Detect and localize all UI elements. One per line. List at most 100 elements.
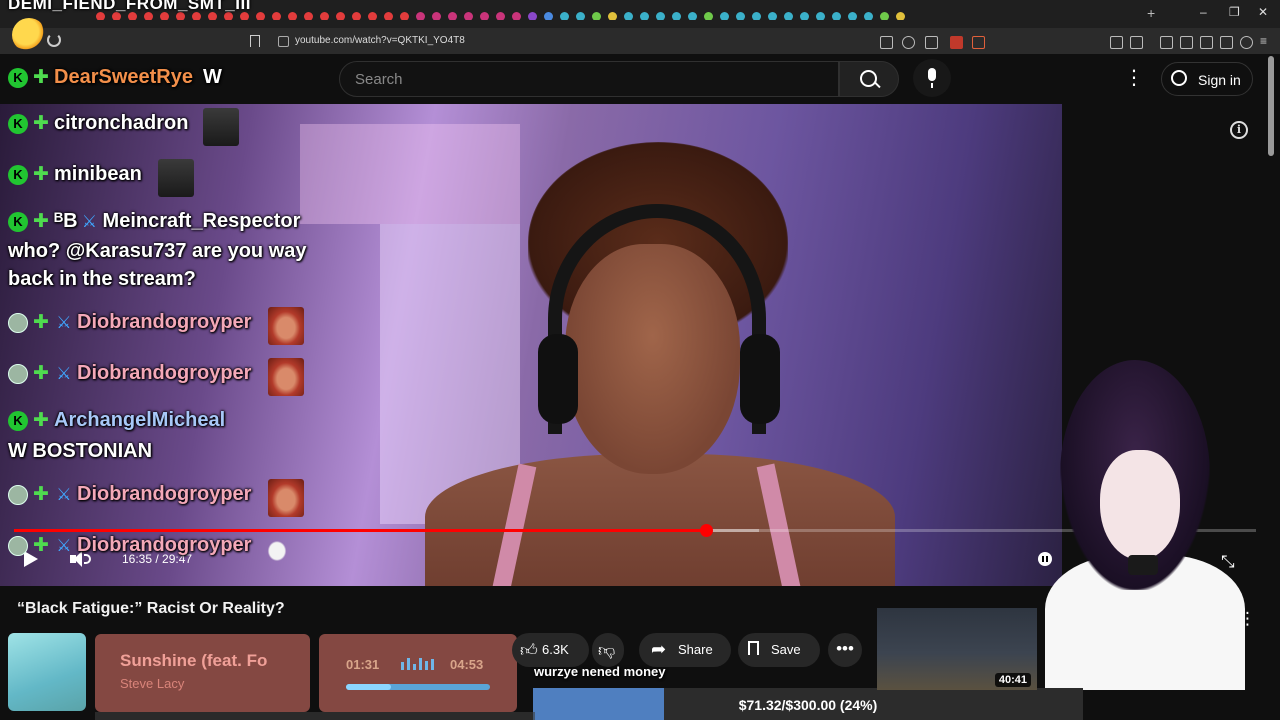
tab-favicon-icon[interactable] xyxy=(608,12,617,20)
like-button[interactable]: 👍︎ 6.3K xyxy=(512,633,589,667)
tab-favicon-icon[interactable] xyxy=(560,12,569,20)
chat-username[interactable]: Diobrandogroyper xyxy=(77,311,251,333)
info-icon[interactable]: i xyxy=(1230,121,1248,139)
search-placeholder: Search xyxy=(355,71,403,88)
tab-favicon-icon[interactable] xyxy=(672,12,681,20)
tab-favicon-icon[interactable] xyxy=(384,12,393,20)
tab-favicon-icon[interactable] xyxy=(288,12,297,20)
settings-more-button[interactable]: ⋮ xyxy=(1124,68,1144,90)
recommended-more-icon[interactable]: ⋮ xyxy=(1239,609,1256,629)
zoom-icon[interactable] xyxy=(902,36,915,49)
tab-favicon-icon[interactable] xyxy=(496,12,505,20)
tab-favicon-icon[interactable] xyxy=(336,12,345,20)
maximize-button[interactable]: ❐ xyxy=(1229,5,1240,19)
chat-text: W BOSTONIAN xyxy=(8,440,153,462)
new-tab-button[interactable]: + xyxy=(1147,5,1155,21)
stream-overlay-title: DEMI_FIEND_FROM_SMT_III xyxy=(8,0,251,13)
wallet-icon[interactable] xyxy=(1200,36,1213,49)
reload-icon[interactable] xyxy=(47,33,61,47)
tab-favicon-icon[interactable] xyxy=(832,12,841,20)
tab-favicon-icon[interactable] xyxy=(480,12,489,20)
chat-emote xyxy=(203,108,239,146)
tab-favicon-icon[interactable] xyxy=(896,12,905,20)
tab-favicon-icon[interactable] xyxy=(400,12,409,20)
bookmark-icon[interactable] xyxy=(250,35,260,47)
extensions-icon[interactable] xyxy=(1110,36,1123,49)
donation-message: wurzye nened money xyxy=(534,664,666,679)
tab-favicon-icon[interactable] xyxy=(592,12,601,20)
tab-favicon-icon[interactable] xyxy=(864,12,873,20)
sidebar-icon[interactable] xyxy=(1180,36,1193,49)
video-title: “Black Fatigue:” Racist Or Reality? xyxy=(17,600,285,617)
tab-favicons[interactable] xyxy=(96,8,1136,20)
chat-username[interactable]: minibean xyxy=(54,163,142,185)
tab-favicon-icon[interactable] xyxy=(752,12,761,20)
tab-favicon-icon[interactable] xyxy=(736,12,745,20)
tab-favicon-icon[interactable] xyxy=(320,12,329,20)
tab-favicon-icon[interactable] xyxy=(704,12,713,20)
media-icon[interactable] xyxy=(1160,36,1173,49)
more-actions-button[interactable]: ••• xyxy=(828,633,862,667)
dislike-button[interactable]: 👎︎ xyxy=(592,633,624,667)
share-button[interactable]: ➦ Share xyxy=(639,633,731,667)
share-page-icon[interactable] xyxy=(925,36,938,49)
tab-favicon-icon[interactable] xyxy=(544,12,553,20)
chat-username[interactable]: Diobrandogroyper xyxy=(77,534,251,556)
site-info-icon[interactable] xyxy=(278,36,289,47)
minimize-button[interactable]: – xyxy=(1200,5,1207,19)
screenshot-icon[interactable] xyxy=(1130,36,1143,49)
search-button[interactable] xyxy=(839,61,899,97)
rewards-icon[interactable] xyxy=(972,36,985,49)
vpn-icon[interactable] xyxy=(1240,36,1253,49)
chat-username[interactable]: Diobrandogroyper xyxy=(77,483,251,505)
brave-shield-icon[interactable] xyxy=(950,36,963,49)
progress-scrubber[interactable] xyxy=(699,524,713,537)
tab-favicon-icon[interactable] xyxy=(352,12,361,20)
chat-username[interactable]: citronchadron xyxy=(54,112,188,134)
ai-icon[interactable] xyxy=(1220,36,1233,49)
tab-favicon-icon[interactable] xyxy=(688,12,697,20)
kick-badge-icon: K xyxy=(8,67,28,88)
voice-search-button[interactable] xyxy=(913,59,951,97)
tab-favicon-icon[interactable] xyxy=(512,12,521,20)
tab-favicon-icon[interactable] xyxy=(784,12,793,20)
url-field[interactable]: youtube.com/watch?v=QKTKI_YO4T8 xyxy=(295,35,465,46)
like-count: 6.3K xyxy=(542,642,569,657)
tab-favicon-icon[interactable] xyxy=(880,12,889,20)
tab-favicon-icon[interactable] xyxy=(720,12,729,20)
chat-text: W xyxy=(202,66,222,88)
tab-favicon-icon[interactable] xyxy=(640,12,649,20)
tab-favicon-icon[interactable] xyxy=(816,12,825,20)
chat-username[interactable]: Meincraft_Respector xyxy=(103,210,301,232)
tab-favicon-icon[interactable] xyxy=(800,12,809,20)
sign-in-button[interactable]: Sign in xyxy=(1161,62,1253,96)
emote-hand-icon xyxy=(265,538,289,564)
tab-favicon-icon[interactable] xyxy=(464,12,473,20)
page-scrollbar[interactable] xyxy=(1268,56,1274,156)
tab-favicon-icon[interactable] xyxy=(848,12,857,20)
cast-icon[interactable] xyxy=(880,36,893,49)
tab-favicon-icon[interactable] xyxy=(768,12,777,20)
kick-badge-icon: K xyxy=(8,211,28,232)
tab-favicon-icon[interactable] xyxy=(304,12,313,20)
chat-username[interactable]: Diobrandogroyper xyxy=(77,362,251,384)
menu-icon[interactable]: ≡ xyxy=(1260,35,1271,47)
tab-favicon-icon[interactable] xyxy=(624,12,633,20)
tab-favicon-icon[interactable] xyxy=(256,12,265,20)
close-window-button[interactable]: ✕ xyxy=(1258,5,1268,19)
tab-favicon-icon[interactable] xyxy=(368,12,377,20)
recommended-video-thumbnail[interactable]: 40:41 xyxy=(877,608,1037,690)
tab-favicon-icon[interactable] xyxy=(272,12,281,20)
subscriber-badge-icon: ✚ xyxy=(33,112,49,134)
search-input[interactable]: Search xyxy=(339,61,839,97)
tab-favicon-icon[interactable] xyxy=(448,12,457,20)
tab-favicon-icon[interactable] xyxy=(432,12,441,20)
chat-username[interactable]: DearSweetRye xyxy=(54,66,193,88)
save-button[interactable]: Save xyxy=(738,633,820,667)
tab-favicon-icon[interactable] xyxy=(416,12,425,20)
chat-username[interactable]: ArchangelMicheal xyxy=(54,409,225,431)
tab-favicon-icon[interactable] xyxy=(656,12,665,20)
tab-favicon-icon[interactable] xyxy=(528,12,537,20)
address-bar: youtube.com/watch?v=QKTKI_YO4T8 ≡ xyxy=(0,18,1280,54)
tab-favicon-icon[interactable] xyxy=(576,12,585,20)
